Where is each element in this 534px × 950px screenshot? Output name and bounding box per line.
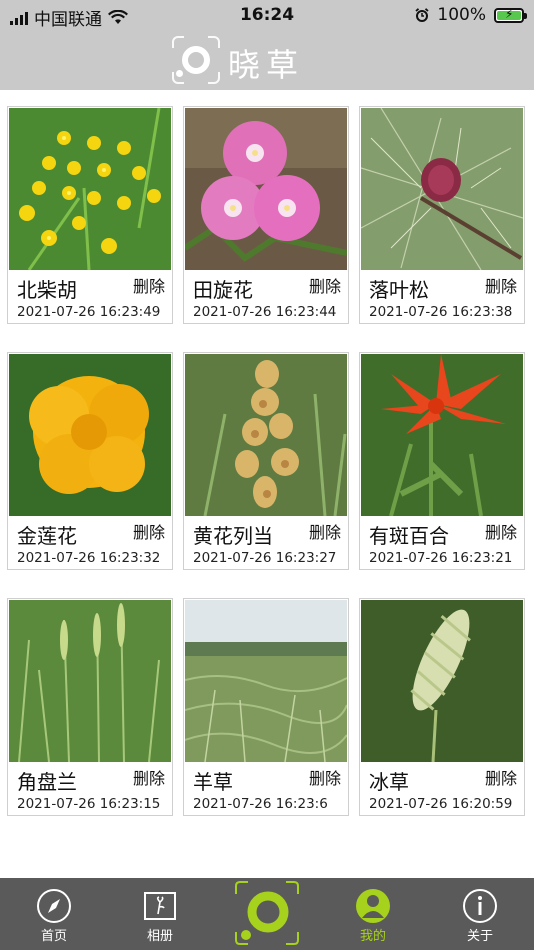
plant-name: 角盘兰 (17, 770, 77, 794)
tab-home[interactable]: 首页 (14, 878, 94, 950)
plant-name: 黄花列当 (193, 524, 273, 548)
camera-scan-icon[interactable] (234, 880, 300, 946)
record-card[interactable]: 北柴胡 删除 2021-07-26 16:23:49 (7, 106, 173, 324)
delete-button[interactable]: 删除 (309, 765, 341, 789)
delete-button[interactable]: 删除 (485, 519, 517, 543)
tab-label: 首页 (40, 929, 67, 944)
photo-album-icon (144, 892, 176, 920)
delete-button[interactable]: 删除 (485, 273, 517, 297)
tab-label: 我的 (359, 929, 386, 944)
record-timestamp: 2021-07-26 16:23:21 (369, 550, 513, 566)
plant-name: 羊草 (193, 770, 233, 794)
plant-name: 有斑百合 (369, 524, 449, 548)
record-card[interactable]: 落叶松 删除 2021-07-26 16:23:38 (359, 106, 525, 324)
plant-name: 北柴胡 (17, 278, 77, 302)
record-card[interactable]: 羊草 删除 2021-07-26 16:23:6 (183, 598, 349, 816)
record-timestamp: 2021-07-26 16:23:27 (193, 550, 337, 566)
plant-name: 落叶松 (369, 278, 429, 302)
plant-photo[interactable] (361, 600, 523, 762)
plant-name: 田旋花 (193, 278, 253, 302)
plant-name: 金莲花 (17, 524, 77, 548)
battery-icon: ⚡ (494, 7, 527, 23)
record-card[interactable]: 金莲花 删除 2021-07-26 16:23:32 (7, 352, 173, 570)
info-icon (463, 889, 497, 923)
delete-button[interactable]: 删除 (133, 273, 165, 297)
status-bar: 中国联通 16:24 100% ⚡ (0, 0, 534, 30)
plant-name: 冰草 (369, 770, 409, 794)
record-timestamp: 2021-07-26 16:23:32 (17, 550, 161, 566)
tab-label: 关于 (466, 929, 493, 944)
user-icon (356, 889, 390, 923)
record-card[interactable]: 角盘兰 删除 2021-07-26 16:23:15 (7, 598, 173, 816)
plant-photo[interactable] (9, 600, 171, 762)
tab-label: 相册 (146, 929, 173, 944)
delete-button[interactable]: 删除 (485, 765, 517, 789)
plant-photo[interactable] (9, 108, 171, 270)
record-card[interactable]: 田旋花 删除 2021-07-26 16:23:44 (183, 106, 349, 324)
delete-button[interactable]: 删除 (309, 273, 341, 297)
plant-photo[interactable] (185, 108, 347, 270)
tab-mine[interactable]: 我的 (333, 878, 413, 950)
plant-photo[interactable] (361, 108, 523, 270)
record-card[interactable]: 黄花列当 删除 2021-07-26 16:23:27 (183, 352, 349, 570)
record-card[interactable]: 冰草 删除 2021-07-26 16:20:59 (359, 598, 525, 816)
delete-button[interactable]: 删除 (133, 765, 165, 789)
record-timestamp: 2021-07-26 16:20:59 (369, 796, 513, 812)
app-logo-icon (171, 35, 221, 85)
delete-button[interactable]: 删除 (309, 519, 341, 543)
tab-about[interactable]: 关于 (440, 878, 520, 950)
compass-icon (37, 889, 71, 923)
top-bar: 中国联通 16:24 100% ⚡ 晓草 (0, 0, 534, 90)
plant-photo[interactable] (185, 600, 347, 762)
plant-photo[interactable] (9, 354, 171, 516)
record-timestamp: 2021-07-26 16:23:38 (369, 304, 513, 320)
record-timestamp: 2021-07-26 16:23:15 (17, 796, 161, 812)
delete-button[interactable]: 删除 (133, 519, 165, 543)
record-timestamp: 2021-07-26 16:23:49 (17, 304, 161, 320)
plant-photo[interactable] (361, 354, 523, 516)
tab-album[interactable]: 相册 (120, 878, 200, 950)
record-card[interactable]: 有斑百合 删除 2021-07-26 16:23:21 (359, 352, 525, 570)
record-timestamp: 2021-07-26 16:23:6 (193, 796, 328, 812)
alarm-icon (415, 8, 429, 22)
app-title: 晓草 (228, 46, 305, 84)
record-timestamp: 2021-07-26 16:23:44 (193, 304, 337, 320)
plant-photo[interactable] (185, 354, 347, 516)
battery-percent: 100% (437, 5, 486, 25)
